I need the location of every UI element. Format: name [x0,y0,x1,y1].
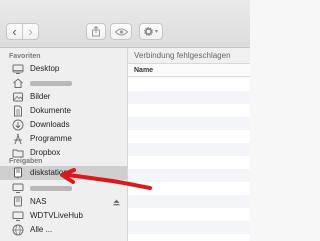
empty-row [128,195,250,208]
pictures-folder-icon [13,92,23,102]
gear-icon [143,27,153,36]
quick-look-button[interactable] [110,23,132,40]
empty-row [128,78,250,91]
forward-button[interactable]: › [22,23,39,40]
sidebar: Favoriten Desktop Bilder Dokumente Downl… [0,48,128,241]
empty-row [128,208,250,221]
empty-row [128,104,250,117]
network-server-icon [14,196,22,207]
empty-row [128,182,250,195]
sidebar-item-label: Desktop [30,64,60,73]
sidebar-item-label: Bilder [30,92,51,101]
sidebar-item-dokumente[interactable]: Dokumente [0,104,127,118]
sidebar-item-desktop[interactable]: Desktop [0,62,127,76]
sidebar-item-label: Dropbox [30,148,61,157]
eye-icon [114,28,128,35]
empty-row [128,143,250,156]
sidebar-item-label: Dokumente [30,106,71,115]
desktop-icon [12,64,24,74]
empty-row [128,221,250,234]
shared-header: Freigaben [9,158,43,165]
redaction-bar [30,186,72,191]
sidebar-item-label: Alle ... [30,225,53,234]
applications-icon [14,133,22,145]
downloads-icon [12,119,24,131]
chevron-down-icon: ▾ [154,29,158,35]
eject-icon[interactable] [113,199,120,206]
favorites-header: Favoriten [9,53,41,60]
sidebar-item-label: Programme [30,134,72,143]
connection-status: Verbindung fehlgeschlagen [128,48,250,64]
sidebar-item-label: Downloads [30,120,70,129]
action-menu-button[interactable]: ▾ [139,23,163,40]
file-browser-pane: Verbindung fehlgeschlagen Name [128,48,250,241]
redaction-bar [30,81,72,86]
network-computer-icon [12,183,24,193]
share-button[interactable] [86,23,106,40]
redacted-label [30,183,72,193]
sidebar-item-computer[interactable] [0,181,127,195]
sidebar-item-bilder[interactable]: Bilder [0,90,127,104]
column-header-name[interactable]: Name [128,64,250,77]
sidebar-item-diskstation[interactable]: diskstation [0,166,127,180]
sidebar-item-label: WDTVLiveHub [30,211,83,220]
sidebar-item-nas[interactable]: NAS [0,195,127,209]
sidebar-item-downloads[interactable]: Downloads [0,118,127,132]
network-globe-icon [12,224,24,236]
sidebar-item-label: diskstation [30,168,68,177]
empty-row [128,169,250,182]
home-folder-icon [13,78,23,88]
network-server-icon [12,211,24,221]
sidebar-item-label: NAS [30,197,47,206]
network-server-icon [14,167,22,179]
sidebar-item-programme[interactable]: Programme [0,132,127,146]
empty-row [128,117,250,130]
empty-row [128,91,250,104]
redacted-label [30,78,72,88]
documents-folder-icon [14,105,22,117]
sidebar-item-all[interactable]: Alle ... [0,223,127,237]
empty-row [128,130,250,143]
empty-row [128,156,250,169]
sidebar-item-home[interactable] [0,76,127,90]
chevron-left-icon: ‹ [12,24,17,39]
back-button[interactable]: ‹ [6,23,23,40]
chevron-right-icon: › [28,24,33,39]
finder-toolbar: ‹ › ▾ [0,0,250,48]
sidebar-item-wdtvlivehub[interactable]: WDTVLiveHub [0,209,127,223]
share-icon [92,26,100,37]
